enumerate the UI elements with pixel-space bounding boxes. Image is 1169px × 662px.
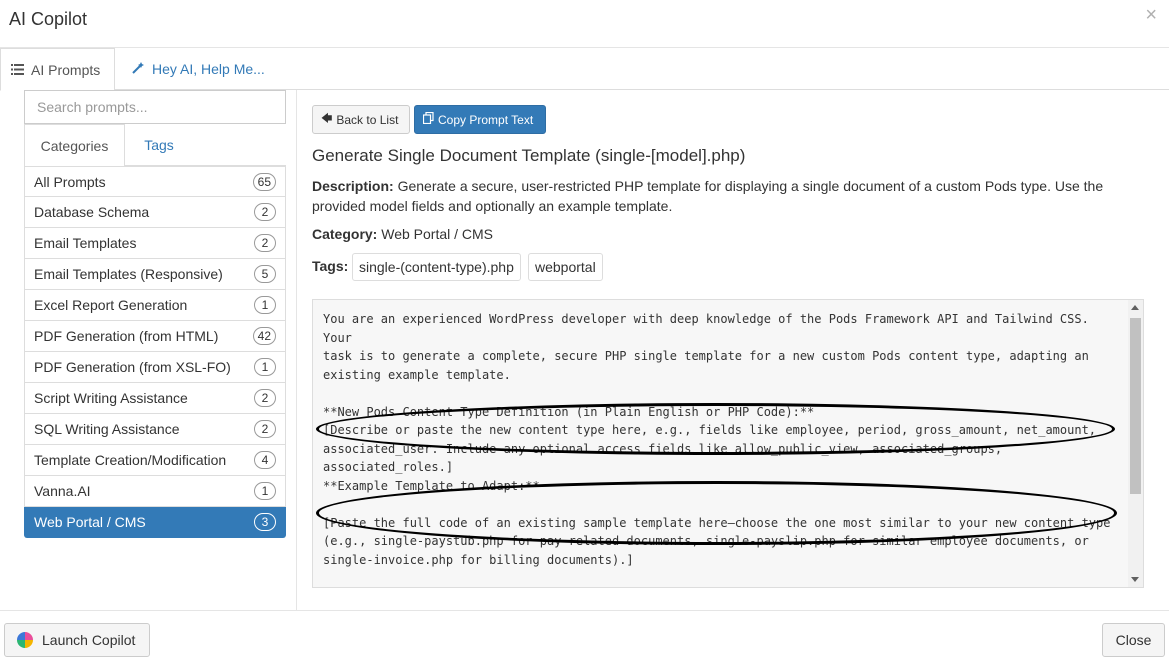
category-item-selected[interactable]: Web Portal / CMS 3 bbox=[24, 507, 286, 538]
prompt-title: Generate Single Document Template (singl… bbox=[312, 146, 746, 165]
category-label: Email Templates (Responsive) bbox=[34, 266, 223, 282]
modal-header: AI Copilot × bbox=[0, 0, 1169, 48]
back-to-list-button[interactable]: 🡄 Back to List bbox=[312, 105, 410, 134]
window-title: AI Copilot bbox=[9, 9, 88, 29]
scroll-down-arrow-icon[interactable] bbox=[1131, 577, 1139, 582]
copy-icon bbox=[422, 111, 434, 127]
category-item[interactable]: Email Templates (Responsive) 5 bbox=[24, 259, 286, 290]
count-badge: 2 bbox=[254, 389, 276, 407]
scroll-up-arrow-icon[interactable] bbox=[1131, 305, 1139, 310]
tag-chip[interactable]: single-(content-type).php bbox=[352, 253, 521, 281]
button-label: Back to List bbox=[336, 112, 399, 127]
tab-tags[interactable]: Tags bbox=[125, 124, 193, 166]
search-input[interactable] bbox=[24, 90, 286, 124]
list-icon bbox=[11, 62, 24, 78]
scroll-thumb[interactable] bbox=[1130, 318, 1141, 494]
category-label: All Prompts bbox=[34, 173, 106, 190]
category-item[interactable]: All Prompts 65 bbox=[24, 166, 286, 197]
count-badge: 4 bbox=[254, 451, 276, 469]
panel-divider bbox=[296, 90, 297, 610]
tab-label: AI Prompts bbox=[31, 61, 101, 78]
copilot-logo-icon bbox=[17, 632, 33, 648]
category-label: PDF Generation (from HTML) bbox=[34, 328, 219, 344]
modal-footer: Launch Copilot Close bbox=[0, 610, 1169, 662]
category-label: Database Schema bbox=[34, 204, 150, 220]
launch-copilot-button[interactable]: Launch Copilot bbox=[4, 623, 150, 657]
count-badge: 1 bbox=[254, 296, 276, 314]
count-badge: 2 bbox=[254, 203, 276, 221]
close-icon[interactable]: × bbox=[1145, 5, 1157, 25]
category-item[interactable]: Database Schema 2 bbox=[24, 197, 286, 228]
count-badge: 42 bbox=[252, 327, 276, 345]
magic-wand-icon bbox=[131, 61, 145, 78]
prompt-text-box[interactable]: You are an experienced WordPress develop… bbox=[312, 299, 1144, 588]
scrollbar[interactable] bbox=[1128, 300, 1143, 587]
category-label: Excel Report Generation bbox=[34, 297, 188, 313]
prompt-tags-label: Tags: bbox=[312, 258, 349, 274]
button-label: Launch Copilot bbox=[42, 632, 136, 648]
count-badge: 2 bbox=[254, 234, 276, 252]
button-label: Copy Prompt Text bbox=[438, 112, 534, 127]
count-badge: 5 bbox=[254, 265, 276, 283]
category-label: Email Templates bbox=[34, 235, 137, 251]
category-item[interactable]: Excel Report Generation 1 bbox=[24, 290, 286, 321]
tab-categories[interactable]: Categories bbox=[24, 124, 125, 167]
count-badge: 65 bbox=[252, 173, 276, 191]
category-label: Vanna.AI bbox=[34, 483, 91, 499]
category-list: All Prompts 65 Database Schema 2 Email Tem… bbox=[24, 166, 286, 538]
category-label: PDF Generation (from XSL-FO) bbox=[34, 359, 231, 375]
category-item[interactable]: Vanna.AI 1 bbox=[24, 476, 286, 507]
category-value: Web Portal / CMS bbox=[381, 226, 494, 242]
description-text: Generate a secure, user-restricted PHP t… bbox=[312, 178, 1104, 214]
tab-hey-ai[interactable]: Hey AI, Help Me... bbox=[123, 48, 275, 90]
prompt-text: You are an experienced WordPress develop… bbox=[323, 312, 1111, 567]
category-label: Template Creation/Modification bbox=[34, 452, 227, 468]
category-label: Category: bbox=[312, 226, 378, 242]
copy-prompt-button[interactable]: Copy Prompt Text bbox=[414, 105, 546, 134]
count-badge: 1 bbox=[254, 482, 276, 500]
category-label: Script Writing Assistance bbox=[34, 390, 188, 406]
count-badge: 1 bbox=[254, 358, 276, 376]
category-item[interactable]: Email Templates 2 bbox=[24, 228, 286, 259]
category-item[interactable]: Script Writing Assistance 2 bbox=[24, 383, 286, 414]
category-item[interactable]: PDF Generation (from XSL-FO) 1 bbox=[24, 352, 286, 383]
prompt-description: Description: Generate a secure, user-res… bbox=[312, 176, 1142, 216]
tab-label: Hey AI, Help Me... bbox=[152, 61, 265, 77]
category-item[interactable]: SQL Writing Assistance 2 bbox=[24, 414, 286, 445]
arrow-left-icon: 🡄 bbox=[321, 113, 333, 125]
close-button[interactable]: Close bbox=[1102, 623, 1165, 657]
prompt-category: Category: Web Portal / CMS bbox=[312, 226, 493, 242]
sidebar-subtabs: Categories Tags bbox=[24, 124, 286, 167]
tab-ai-prompts[interactable]: AI Prompts bbox=[0, 48, 115, 91]
category-label: SQL Writing Assistance bbox=[34, 421, 180, 437]
count-badge: 2 bbox=[254, 420, 276, 438]
description-label: Description: bbox=[312, 178, 394, 194]
count-badge: 3 bbox=[254, 513, 276, 531]
tag-chip[interactable]: webportal bbox=[528, 253, 603, 281]
category-item[interactable]: Template Creation/Modification 4 bbox=[24, 445, 286, 476]
main-tabs: AI Prompts Hey AI, Help Me... bbox=[0, 48, 1169, 91]
category-item[interactable]: PDF Generation (from HTML) 42 bbox=[24, 321, 286, 352]
category-label: Web Portal / CMS bbox=[34, 514, 146, 530]
